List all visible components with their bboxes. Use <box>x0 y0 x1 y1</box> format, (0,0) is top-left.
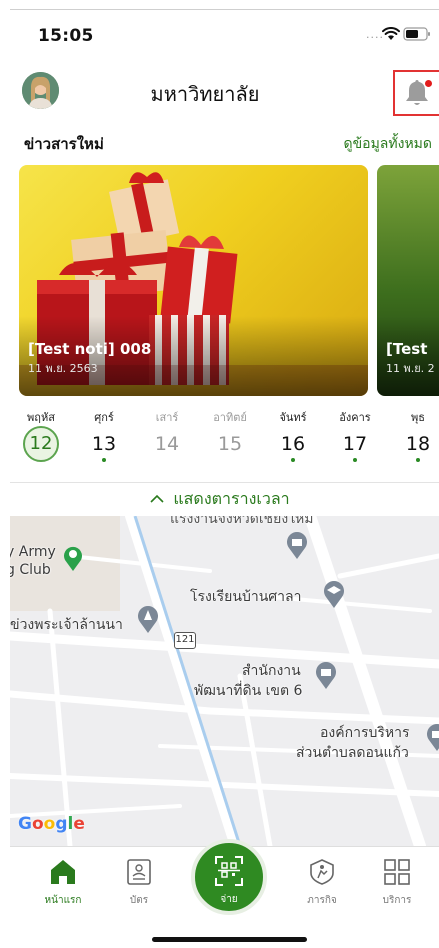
map-label: สำนักงาน <box>242 663 301 679</box>
day-name: จันทร์ <box>279 411 307 424</box>
wifi-icon <box>382 27 400 40</box>
day-name: เสาร์ <box>155 411 179 424</box>
pay-button[interactable]: จ่าย <box>191 839 267 915</box>
event-dot <box>291 458 295 462</box>
nav-card[interactable]: บัตร <box>104 859 174 908</box>
map-view[interactable]: แรงงานจังหวัดเชียงใหม่ y Army g Club โรง… <box>10 516 439 846</box>
day-name: อาทิตย์ <box>213 411 247 424</box>
grid-icon <box>384 859 410 885</box>
notification-badge <box>425 80 432 87</box>
calendar-day[interactable]: จันทร์ 16 <box>270 408 316 462</box>
pay-label: จ่าย <box>220 894 238 905</box>
google-attribution: Google <box>18 814 85 834</box>
map-label: องค์การบริหาร <box>320 725 410 741</box>
day-name: อังคาร <box>339 411 371 424</box>
nav-activity-label: ภารกิจ <box>307 895 337 906</box>
notification-button[interactable] <box>393 70 439 116</box>
place-pin-icon <box>64 546 82 571</box>
temple-pin-icon <box>138 606 158 633</box>
calendar-day[interactable]: อาทิตย์ 15 <box>207 408 253 455</box>
government-pin-icon <box>427 724 439 751</box>
activity-badge-icon <box>310 859 334 885</box>
app-header: มหาวิทยาลัย <box>0 68 439 116</box>
news-card-date: 11 พ.ย. 2 <box>386 362 435 375</box>
see-all-link[interactable]: ดูข้อมูลทั้งหมด <box>344 133 433 155</box>
news-heading: ข่าวสารใหม่ <box>24 135 104 153</box>
week-calendar: พฤหัส 12 ศุกร์ 13 เสาร์ 14 อาทิตย์ 15 จั… <box>0 408 439 482</box>
event-dot <box>416 458 420 462</box>
status-time: 15:05 <box>38 26 94 46</box>
scan-qr-icon <box>215 856 243 886</box>
news-card-title: [Test <box>386 340 428 358</box>
day-date: 16 <box>280 433 306 455</box>
map-label: g Club <box>10 562 51 578</box>
news-card-date: 11 พ.ย. 2563 <box>28 362 98 375</box>
home-indicator <box>152 937 307 942</box>
route-number: 121 <box>175 634 195 645</box>
map-label: พัฒนาที่ดิน เขต 6 <box>194 683 303 699</box>
news-card[interactable]: [Test 11 พ.ย. 2 <box>377 165 439 396</box>
bottom-navigation: หน้าแรก บัตร จ่าย ภารกิจ บริการ <box>10 839 439 948</box>
route-shield: 121 <box>174 632 196 649</box>
map-label: ส่วนตำบลดอนแก้ว <box>296 745 409 761</box>
nav-services-label: บริการ <box>382 895 412 906</box>
id-card-icon <box>127 859 151 885</box>
government-pin-icon <box>316 662 336 689</box>
bank-pin-icon <box>287 532 307 559</box>
news-section-header: ข่าวสารใหม่ ดูข้อมูลทั้งหมด <box>24 132 439 156</box>
day-date: 12 <box>23 426 59 462</box>
calendar-day[interactable]: พุธ 18 <box>395 408 439 462</box>
nav-activity[interactable]: ภารกิจ <box>287 859 357 908</box>
school-pin-icon <box>324 581 344 608</box>
show-timetable-button[interactable]: แสดงตารางเวลา <box>0 487 439 512</box>
calendar-day[interactable]: พฤหัส 12 <box>18 408 64 462</box>
day-name: พฤหัส <box>27 411 55 424</box>
divider <box>10 482 439 483</box>
calendar-day[interactable]: เสาร์ 14 <box>144 408 190 455</box>
map-label: แรงงานจังหวัดเชียงใหม่ <box>170 516 314 527</box>
calendar-day[interactable]: อังคาร 17 <box>332 408 378 462</box>
event-dot <box>353 458 357 462</box>
page-title: มหาวิทยาลัย <box>150 82 260 106</box>
day-date: 15 <box>217 433 243 455</box>
nav-home-label: หน้าแรก <box>44 895 82 906</box>
chevron-up-icon <box>150 494 164 503</box>
day-date: 13 <box>91 433 117 455</box>
day-date: 18 <box>405 433 431 455</box>
day-date: 14 <box>154 433 180 455</box>
day-date: 17 <box>342 433 368 455</box>
home-icon <box>51 860 75 884</box>
news-carousel[interactable]: [Test noti] 008 11 พ.ย. 2563 [Test 11 พ.… <box>19 165 439 397</box>
top-divider <box>10 9 439 10</box>
nav-services[interactable]: บริการ <box>362 859 432 908</box>
status-bar: 15:05 .... <box>0 22 439 52</box>
battery-icon <box>403 27 430 41</box>
nav-card-label: บัตร <box>129 895 149 906</box>
nav-home[interactable]: หน้าแรก <box>28 859 98 908</box>
map-label: ข่วงพระเจ้าล้านนา <box>10 617 123 633</box>
map-label: y Army <box>10 544 56 560</box>
event-dot <box>102 458 106 462</box>
day-name: ศุกร์ <box>94 411 114 424</box>
news-card-title: [Test noti] 008 <box>28 340 152 358</box>
map-label: โรงเรียนบ้านศาลา <box>190 589 302 605</box>
show-timetable-label: แสดงตารางเวลา <box>173 489 290 508</box>
calendar-day[interactable]: ศุกร์ 13 <box>81 408 127 462</box>
day-name: พุธ <box>411 411 425 424</box>
news-card[interactable]: [Test noti] 008 11 พ.ย. 2563 <box>19 165 368 396</box>
